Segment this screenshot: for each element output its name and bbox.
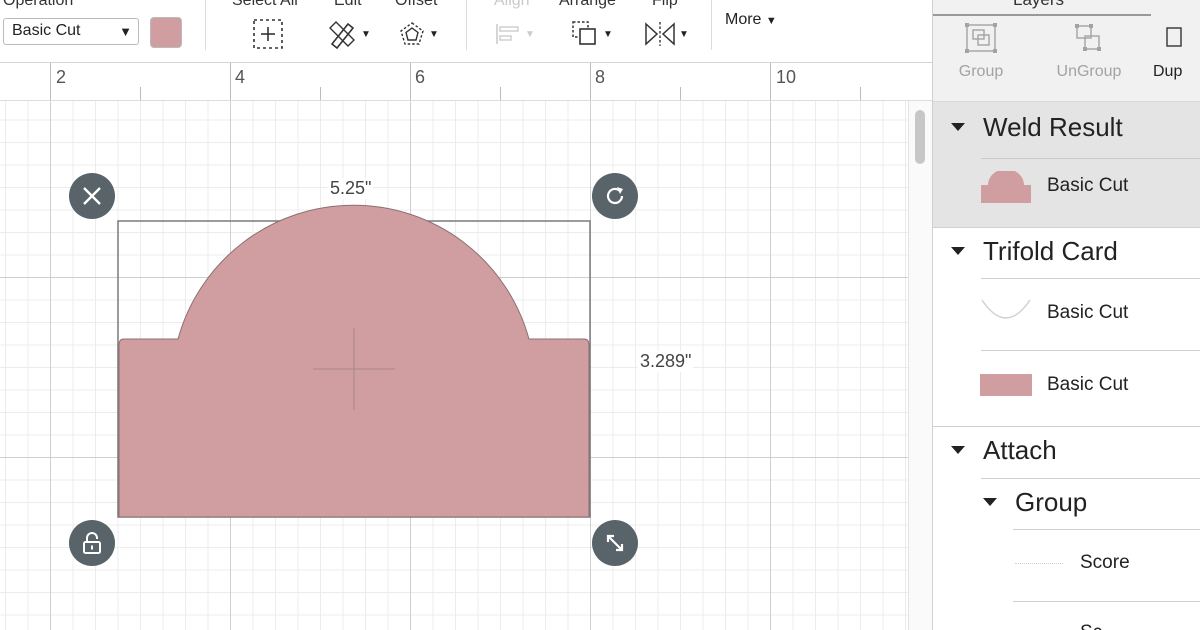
rectangle-thumbnail <box>980 374 1032 396</box>
duplicate-icon <box>1166 27 1182 47</box>
layer-group-name: Attach <box>983 435 1057 465</box>
layer-group-name: Group <box>1015 487 1088 517</box>
close-icon <box>83 187 101 205</box>
divider <box>981 478 1200 479</box>
layers-panel-header: Layers Group UnGroup <box>933 0 1200 102</box>
caret-down-icon <box>951 247 965 256</box>
layer-item-label: Basic Cut <box>1047 175 1129 196</box>
width-dimension: 5.25" <box>328 178 374 199</box>
score-line-thumbnail <box>1015 563 1063 564</box>
layer-group-name: Trifold Card <box>983 236 1118 266</box>
caret-down-icon <box>983 498 997 507</box>
layer-item-label[interactable]: Basic Cut <box>1047 374 1128 396</box>
layer-item-label[interactable]: Sc <box>1080 622 1102 630</box>
caret-down-icon <box>951 123 965 132</box>
layer-group-name: Weld Result <box>983 112 1123 142</box>
divider <box>933 227 1200 228</box>
divider <box>981 278 1200 279</box>
weld-shape-thumbnail <box>981 171 1031 203</box>
group-button-label: Group <box>958 63 1004 80</box>
divider <box>1013 529 1200 530</box>
layer-subgroup-group[interactable]: Group <box>983 487 1087 518</box>
lock-icon <box>83 532 101 554</box>
layer-item-label[interactable]: Basic Cut <box>1047 302 1128 324</box>
duplicate-button-label: Dup <box>1153 63 1183 80</box>
scrollbar-thumb[interactable] <box>915 110 925 164</box>
divider <box>1013 601 1200 602</box>
rotate-icon <box>606 187 624 205</box>
divider <box>981 350 1200 351</box>
rotate-handle[interactable] <box>592 173 638 219</box>
layer-item-label[interactable]: Score <box>1080 552 1130 574</box>
height-dimension: 3.289" <box>638 351 694 372</box>
duplicate-button[interactable]: Dup <box>1153 22 1200 81</box>
layers-panel: Layers Group UnGroup <box>932 0 1200 630</box>
resize-arrows-icon <box>606 534 624 552</box>
layer-group-header[interactable]: Weld Result <box>951 112 1123 143</box>
divider <box>933 426 1200 427</box>
ungroup-icon <box>1075 24 1101 51</box>
resize-handle[interactable] <box>592 520 638 566</box>
ungroup-button-label: UnGroup <box>1056 63 1122 80</box>
layers-tab[interactable]: Layers <box>1013 0 1064 10</box>
group-button[interactable]: Group <box>936 22 1026 81</box>
arc-thumbnail <box>981 299 1031 319</box>
layer-group-weld-result[interactable]: Weld Result Basic Cut <box>933 102 1200 227</box>
layer-group-trifold-card[interactable]: Trifold Card <box>951 236 1118 267</box>
vertical-scrollbar[interactable] <box>908 101 933 630</box>
delete-handle[interactable] <box>69 173 115 219</box>
ungroup-button[interactable]: UnGroup <box>1044 22 1134 81</box>
lock-handle[interactable] <box>69 520 115 566</box>
active-tab-indicator <box>933 14 1151 16</box>
layer-group-attach[interactable]: Attach <box>951 435 1057 466</box>
selected-shape-layer <box>117 204 591 518</box>
group-icon <box>965 23 997 53</box>
caret-down-icon <box>951 446 965 455</box>
divider <box>981 158 1200 159</box>
